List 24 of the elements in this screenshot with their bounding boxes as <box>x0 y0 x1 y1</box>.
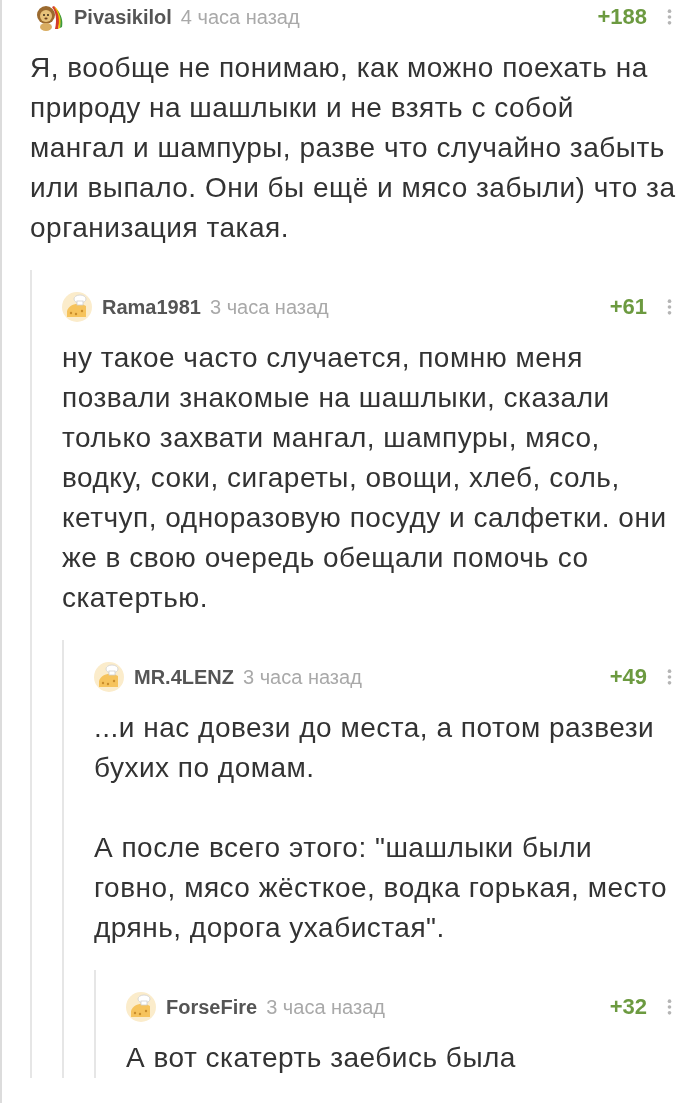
author-name[interactable]: MR.4LENZ <box>134 665 234 689</box>
more-options-icon[interactable] <box>667 8 672 26</box>
more-options-icon[interactable] <box>667 668 672 686</box>
comment-text: ...и нас довези до места, а потом развези бухих по домам. <box>94 711 656 785</box>
chef-hat-avatar-icon <box>62 292 92 322</box>
author-name[interactable]: ForseFire <box>166 995 258 1019</box>
more-options-icon[interactable] <box>667 998 672 1016</box>
comment-rating: +49 <box>609 664 647 690</box>
comment-time: 3 часа назад <box>209 295 329 319</box>
author-name[interactable]: Pivasikilol <box>74 5 172 29</box>
comment-time: 3 часа назад <box>243 665 362 689</box>
comment-rating: +32 <box>609 994 647 1020</box>
comment-rating: +61 <box>609 294 647 320</box>
comment-text: Я, вообще не понимаю, как можно поехать на природу на шашлыки и не взять с собой мангал и шампуры, разве что случайно забыть или выпало. Они бы ещё и мясо забыли) что за организация такая. <box>30 51 676 245</box>
comment-time: 3 часа назад <box>266 995 385 1019</box>
author-name[interactable]: Rama1981 <box>102 295 201 319</box>
chef-hat-avatar-icon <box>94 662 124 692</box>
more-options-icon[interactable] <box>667 298 672 316</box>
comment-text: А после всего этого: "шашлыки были говно, мясо жёсткое, водка горькая, место дрянь, дорога ухабистая". <box>94 831 669 945</box>
chef-hat-avatar-icon <box>126 992 156 1022</box>
comment-text: А вот скатерть заебись была <box>126 1041 517 1075</box>
comment-time: 4 часа назад <box>180 5 300 29</box>
comment-text: ну такое часто случается, помню меня позвали знакомые на шашлыки, сказали только захвати мангал, шампуры, мясо, водку, соки, сигареты, овощи, хлеб, соль, кетчуп, одноразовую посуду и салфетки. они же в свою очередь обещали помочь со скатертью. <box>62 341 668 615</box>
comment-rating: +188 <box>597 4 647 30</box>
